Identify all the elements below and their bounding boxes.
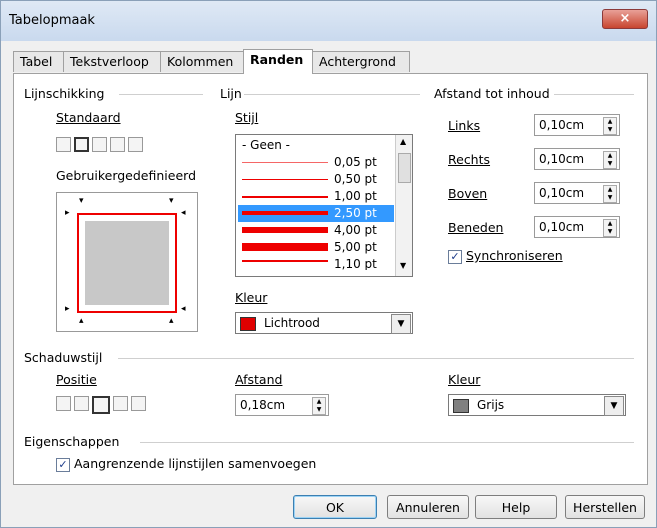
scrollbar[interactable]: ▲ ▼ <box>395 135 412 276</box>
spinner-icon[interactable]: ▲ ▼ <box>603 151 617 169</box>
line-title: Lijn <box>220 86 242 101</box>
spacing-title: Afstand tot inhoud <box>434 86 550 101</box>
tab-tekstverloop[interactable]: Tekstverloop <box>63 51 161 72</box>
standard-label: Standaard <box>56 110 121 125</box>
shadow-position-label: Positie <box>56 372 97 387</box>
spacing-bottom-field[interactable]: 0,10cm ▲ ▼ <box>534 216 620 238</box>
shadow-top-left[interactable] <box>113 396 128 411</box>
divider <box>119 94 203 95</box>
divider <box>118 358 634 359</box>
list-item[interactable]: - Geen - <box>238 137 394 154</box>
color-swatch <box>453 399 469 413</box>
preset-box[interactable] <box>74 137 89 152</box>
reset-button[interactable]: Herstellen <box>565 495 645 519</box>
list-item[interactable]: 1,10 pt <box>238 256 394 270</box>
preset-none[interactable] <box>56 137 71 152</box>
tab-kolommen[interactable]: Kolommen <box>160 51 244 72</box>
shadow-top-right[interactable] <box>131 396 146 411</box>
color-swatch <box>240 317 256 331</box>
spacing-left-field[interactable]: 0,10cm ▲ ▼ <box>534 114 620 136</box>
spacing-top-field[interactable]: 0,10cm ▲ ▼ <box>534 182 620 204</box>
shadow-distance-field[interactable]: 0,18cm ▲ ▼ <box>235 394 329 416</box>
line-color-label: Kleur <box>235 290 268 305</box>
list-item[interactable]: 5,00 pt <box>238 239 394 256</box>
chevron-down-icon[interactable]: ▼ <box>604 396 624 416</box>
divider <box>244 94 420 95</box>
merge-checkbox[interactable]: ✓ <box>56 458 70 472</box>
style-label: Stijl <box>235 110 259 125</box>
list-item[interactable]: 1,00 pt <box>238 188 394 205</box>
dialog-window: Tabelopmaak × Tabel Tekstverloop Kolomme… <box>0 0 657 528</box>
tab-tabel[interactable]: Tabel <box>13 51 64 72</box>
arrow-up-icon: ▴ <box>79 316 84 326</box>
spinner-icon[interactable]: ▲ ▼ <box>603 219 617 237</box>
line-style-list[interactable]: - Geen - 0,05 pt 0,50 pt 1,00 pt 2,50 pt… <box>235 134 413 277</box>
preset-box-horizontal[interactable] <box>92 137 107 152</box>
sync-checkbox[interactable]: ✓ <box>448 250 462 264</box>
shadow-title: Schaduwstijl <box>24 350 103 365</box>
arrow-right-icon: ▸ <box>65 304 70 314</box>
line-color-value: Lichtrood <box>264 316 320 330</box>
tab-achtergrond[interactable]: Achtergrond <box>312 51 410 72</box>
list-item[interactable]: 4,00 pt <box>238 222 394 239</box>
merge-label: Aangrenzende lijnstijlen samenvoegen <box>74 456 317 471</box>
arrow-up-icon: ▴ <box>169 316 174 326</box>
shadow-distance-label: Afstand <box>235 372 283 387</box>
custom-label: Gebruikergedefinieerd <box>56 168 197 183</box>
tab-panel-randen: Lijnschikking Standaard Gebruikergedefin… <box>13 73 648 485</box>
spacing-top-label: Boven <box>448 186 488 201</box>
spacing-right-field[interactable]: 0,10cm ▲ ▼ <box>534 148 620 170</box>
shadow-positions <box>56 396 146 414</box>
spinner-icon[interactable]: ▲ ▼ <box>312 397 326 415</box>
dialog-title: Tabelopmaak <box>9 13 95 28</box>
list-item[interactable]: 0,50 pt <box>238 171 394 188</box>
spinner-icon[interactable]: ▲ ▼ <box>603 185 617 203</box>
chevron-down-icon[interactable]: ▼ <box>391 314 411 334</box>
cancel-button[interactable]: Annuleren <box>387 495 469 519</box>
line-arrangement-title: Lijnschikking <box>24 86 105 101</box>
border-preview[interactable]: ▸ ◂ ▾ ▾ ▸ ◂ ▴ ▴ <box>56 192 198 332</box>
divider <box>554 94 634 95</box>
preset-outer[interactable] <box>128 137 143 152</box>
arrow-left-icon: ◂ <box>181 304 186 314</box>
spacing-bottom-label: Beneden <box>448 220 504 235</box>
shadow-color-value: Grijs <box>477 398 505 412</box>
scroll-down-icon[interactable]: ▼ <box>400 261 406 270</box>
spacing-left-label: Links <box>448 118 481 133</box>
shadow-none[interactable] <box>56 396 71 411</box>
help-button[interactable]: Help <box>475 495 557 519</box>
properties-title: Eigenschappen <box>24 434 120 449</box>
arrow-down-icon: ▾ <box>169 196 174 206</box>
shadow-bottom-right[interactable] <box>92 396 110 414</box>
sync-label: Synchroniseren <box>466 248 563 263</box>
arrow-right-icon: ▸ <box>65 208 70 218</box>
arrow-down-icon: ▾ <box>79 196 84 206</box>
scroll-up-icon[interactable]: ▲ <box>400 137 406 146</box>
shadow-bottom-left[interactable] <box>74 396 89 411</box>
arrow-left-icon: ◂ <box>181 208 186 218</box>
list-item-selected[interactable]: 2,50 pt <box>238 205 394 222</box>
shadow-color-label: Kleur <box>448 372 481 387</box>
spacing-right-label: Rechts <box>448 152 491 167</box>
close-button[interactable]: × <box>602 9 648 29</box>
tab-randen[interactable]: Randen <box>243 49 313 74</box>
preset-box-vertical[interactable] <box>110 137 125 152</box>
divider <box>140 442 634 443</box>
spinner-icon[interactable]: ▲ ▼ <box>603 117 617 135</box>
shadow-color-select[interactable]: Grijs ▼ <box>448 394 626 416</box>
line-color-select[interactable]: Lichtrood ▼ <box>235 312 413 334</box>
border-frame <box>77 213 177 313</box>
title-bar: Tabelopmaak × <box>1 1 656 41</box>
standard-presets <box>56 137 143 152</box>
scroll-thumb[interactable] <box>398 153 411 183</box>
list-item[interactable]: 0,05 pt <box>238 154 394 171</box>
ok-button[interactable]: OK <box>293 495 377 519</box>
